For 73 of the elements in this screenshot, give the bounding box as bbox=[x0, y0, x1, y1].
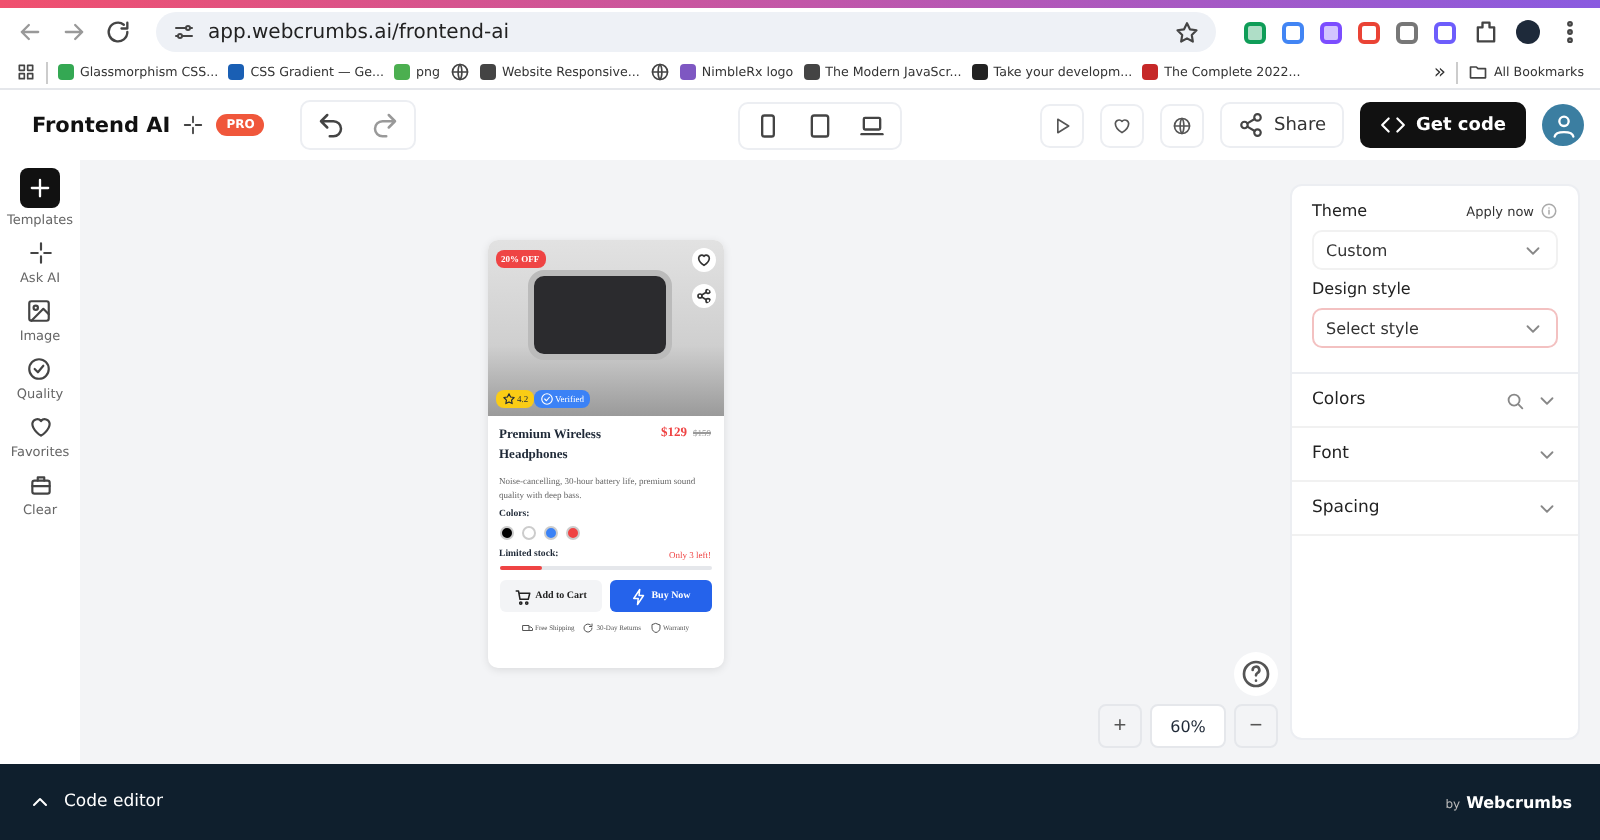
profile-avatar[interactable] bbox=[1516, 20, 1540, 44]
extension-icon[interactable] bbox=[1396, 21, 1418, 43]
get-code-button[interactable]: Get code bbox=[1360, 102, 1526, 148]
site-settings-icon[interactable] bbox=[172, 20, 196, 44]
extension-icon[interactable] bbox=[1282, 21, 1304, 43]
bookmarks-overflow[interactable]: » bbox=[1433, 61, 1446, 83]
bag-icon bbox=[27, 472, 53, 498]
tablet-icon[interactable] bbox=[806, 111, 834, 139]
share-icon bbox=[1238, 112, 1265, 138]
extension-icon[interactable] bbox=[1244, 21, 1266, 43]
color-swatch[interactable] bbox=[565, 526, 579, 541]
design-style-dropdown[interactable]: Select style bbox=[1312, 308, 1558, 348]
color-swatch[interactable] bbox=[543, 526, 557, 541]
back-arrow-icon[interactable] bbox=[16, 18, 44, 46]
folder-icon bbox=[1468, 62, 1488, 82]
app-title: Frontend AI bbox=[32, 113, 171, 137]
address-bar[interactable]: app.webcrumbs.ai/frontend-ai bbox=[156, 12, 1216, 52]
bookmark-icon bbox=[480, 64, 497, 80]
play-icon[interactable] bbox=[1040, 103, 1085, 147]
image-icon bbox=[26, 298, 53, 324]
user-icon bbox=[1549, 111, 1577, 139]
zoom-level: 60% bbox=[1150, 704, 1226, 748]
help-icon[interactable] bbox=[1234, 652, 1278, 696]
theme-dropdown[interactable]: Custom bbox=[1312, 230, 1558, 270]
color-swatch[interactable] bbox=[499, 526, 513, 541]
extension-icon[interactable] bbox=[1358, 21, 1380, 43]
bookmark-icon bbox=[1142, 64, 1159, 80]
brand-name: Webcrumbs bbox=[1466, 793, 1572, 811]
puzzle-icon[interactable] bbox=[1472, 18, 1500, 46]
bookmark-icon bbox=[971, 64, 988, 80]
extension-icon[interactable] bbox=[1434, 21, 1456, 43]
forward-arrow-icon[interactable] bbox=[60, 18, 88, 46]
lightning-icon bbox=[629, 587, 648, 606]
bookmark-icon bbox=[679, 64, 696, 80]
extension-icon[interactable] bbox=[1320, 21, 1342, 43]
laptop-icon[interactable] bbox=[858, 111, 886, 139]
share-icon[interactable] bbox=[691, 284, 715, 308]
user-avatar[interactable] bbox=[1542, 104, 1584, 146]
theme-label: Theme bbox=[1312, 202, 1368, 220]
bookmark-icon bbox=[228, 64, 245, 80]
check-icon bbox=[539, 392, 553, 406]
globe-icon[interactable] bbox=[450, 62, 471, 82]
zoom-out-button[interactable]: − bbox=[1234, 704, 1278, 748]
globe-icon[interactable] bbox=[649, 62, 670, 82]
redo-icon[interactable] bbox=[370, 110, 401, 140]
bookmark-icon bbox=[803, 64, 820, 80]
bookmark-icon bbox=[394, 64, 411, 80]
design-style-label: Design style bbox=[1312, 280, 1413, 298]
section-header[interactable]: Font bbox=[1292, 428, 1578, 482]
bookmark-icon bbox=[58, 64, 74, 80]
apps-grid-icon[interactable] bbox=[16, 62, 36, 82]
shield-icon bbox=[649, 622, 662, 635]
star-icon bbox=[501, 392, 515, 406]
code-icon bbox=[1380, 112, 1406, 138]
heart-icon bbox=[27, 414, 53, 440]
plus-icon bbox=[19, 168, 60, 208]
cart-icon bbox=[513, 587, 532, 606]
info-icon bbox=[1540, 202, 1558, 220]
url-text: app.webcrumbs.ai/frontend-ai bbox=[208, 21, 510, 43]
zoom-in-button[interactable]: + bbox=[1098, 704, 1142, 748]
code-editor-toggle[interactable]: Code editor bbox=[28, 790, 163, 814]
share-button[interactable]: Share bbox=[1220, 102, 1344, 148]
circular-arrow-icon bbox=[582, 622, 595, 635]
section-header[interactable]: Spacing bbox=[1292, 482, 1578, 536]
checkmark-circle-icon bbox=[26, 356, 53, 382]
search-icon bbox=[1504, 389, 1526, 411]
undo-icon[interactable] bbox=[316, 110, 347, 140]
star-icon[interactable] bbox=[1174, 19, 1200, 45]
color-swatch[interactable] bbox=[521, 526, 535, 541]
truck-icon bbox=[521, 622, 534, 635]
reload-icon[interactable] bbox=[104, 18, 132, 46]
section-header[interactable]: Colors bbox=[1292, 374, 1578, 428]
heart-icon[interactable] bbox=[691, 248, 715, 272]
